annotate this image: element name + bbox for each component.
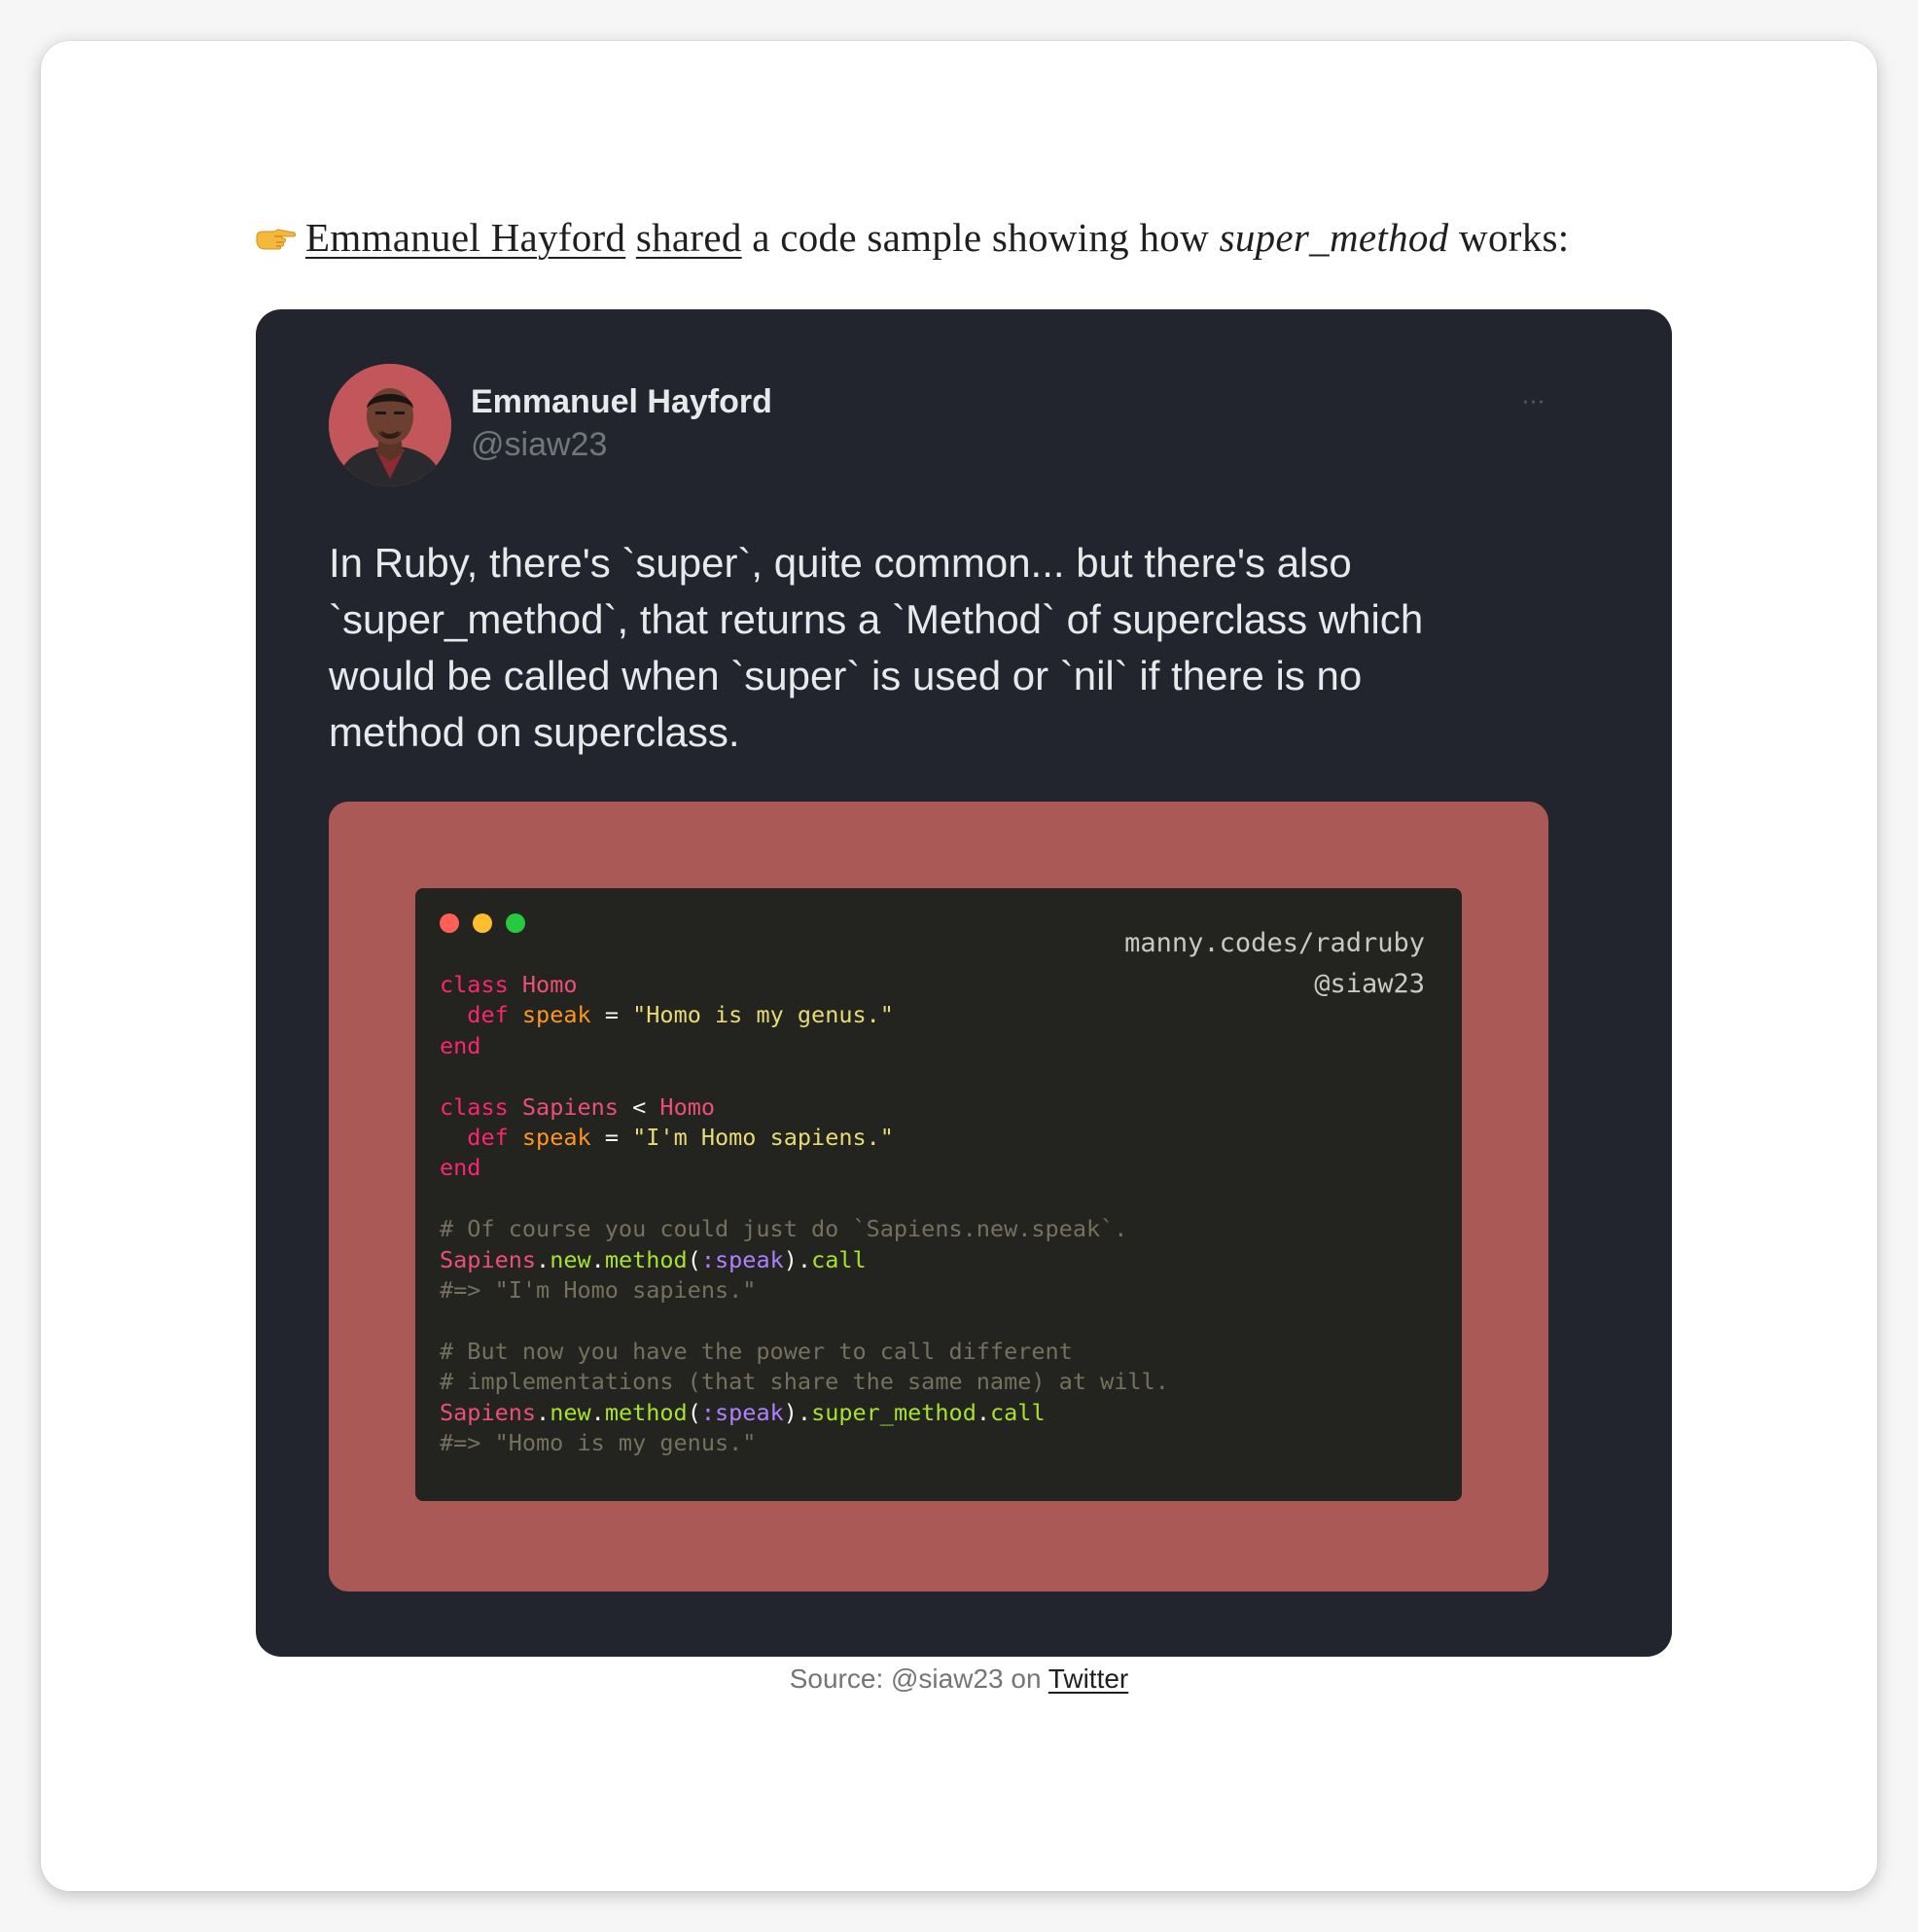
method-name: super_method xyxy=(1219,215,1449,260)
backhand-index-pointing-right-icon xyxy=(256,229,296,250)
intro-text-mid: a code sample showing how xyxy=(741,215,1220,260)
tweet-text: In Ruby, there's `super`, quite common..… xyxy=(329,540,1424,755)
author-link[interactable]: Emmanuel Hayford xyxy=(305,215,625,260)
tweet-media-image[interactable]: manny.codes/radruby @siaw23 class Homo d… xyxy=(329,802,1548,1592)
tweet-embed[interactable]: Emmanuel Hayford @siaw23 ··· In Ruby, th… xyxy=(256,309,1672,1657)
more-options-icon[interactable]: ··· xyxy=(1522,391,1545,415)
avatar[interactable] xyxy=(329,364,451,486)
window-close-dot-icon xyxy=(440,913,459,933)
intro-paragraph: Emmanuel Hayford shared a code sample sh… xyxy=(255,214,1665,261)
intro-text-end: works: xyxy=(1448,215,1570,260)
twitter-link[interactable]: Twitter xyxy=(1048,1664,1128,1694)
code-snippet: class Homo def speak = "Homo is my genus… xyxy=(440,971,1169,1457)
tweet-author-handle[interactable]: @siaw23 xyxy=(471,426,607,464)
shared-link[interactable]: shared xyxy=(636,215,742,260)
watermark-url: manny.codes/radruby xyxy=(1124,928,1425,958)
window-minimize-dot-icon xyxy=(473,913,492,933)
image-caption: Source: @siaw23 on Twitter xyxy=(0,1664,1918,1695)
avatar-illustration xyxy=(329,364,451,486)
code-window: manny.codes/radruby @siaw23 class Homo d… xyxy=(415,888,1462,1501)
window-maximize-dot-icon xyxy=(506,913,525,933)
watermark-handle: @siaw23 xyxy=(1314,969,1425,999)
caption-source-text: Source: @siaw23 on xyxy=(789,1664,1048,1694)
tweet-author-name[interactable]: Emmanuel Hayford xyxy=(471,383,772,421)
code-watermark: manny.codes/radruby @siaw23 xyxy=(1124,923,1425,1005)
